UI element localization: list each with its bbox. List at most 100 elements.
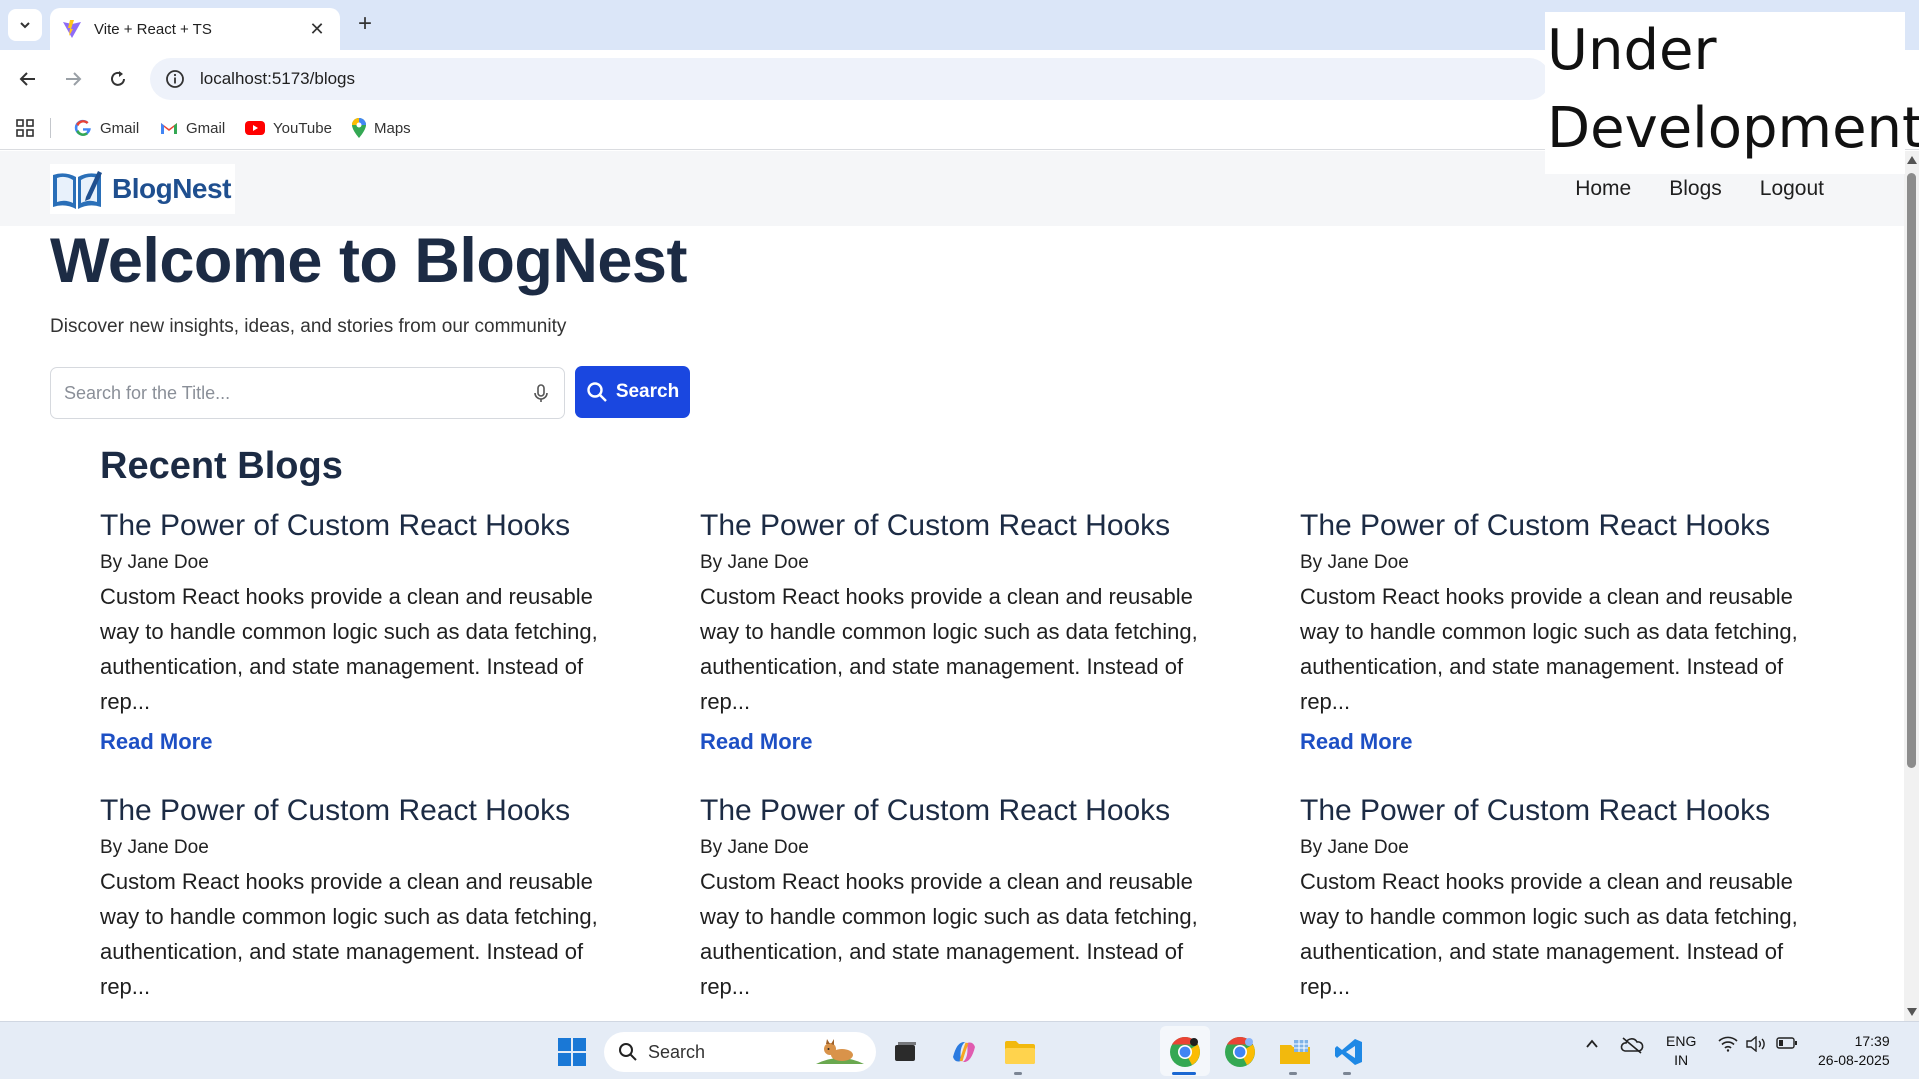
bookmark-label: Gmail: [186, 119, 226, 137]
blog-title[interactable]: The Power of Custom React Hooks: [1300, 509, 1820, 543]
onedrive-status[interactable]: [1620, 1036, 1644, 1058]
blog-card: The Power of Custom React Hooks By Jane …: [100, 794, 620, 1004]
page-subtitle: Discover new insights, ideas, and storie…: [50, 316, 567, 337]
bookmark-gmail-google[interactable]: Gmail: [74, 116, 139, 140]
url-text[interactable]: localhost:5173/blogs: [200, 69, 355, 89]
chrome-taskbar[interactable]: [1222, 1034, 1258, 1070]
scroll-thumb[interactable]: [1907, 173, 1916, 768]
blog-excerpt: Custom React hooks provide a clean and r…: [100, 584, 598, 714]
blog-excerpt: Custom React hooks provide a clean and r…: [100, 869, 598, 999]
language-indicator[interactable]: ENG IN: [1666, 1032, 1696, 1070]
running-indicator: [1289, 1072, 1297, 1075]
chrome-taskbar-active[interactable]: [1167, 1034, 1203, 1070]
blog-card: The Power of Custom React Hooks By Jane …: [1300, 794, 1820, 1004]
blog-author: By Jane Doe: [1300, 837, 1409, 858]
tab-search-button[interactable]: [8, 9, 42, 41]
volume-status[interactable]: [1746, 1035, 1766, 1056]
maps-pin-icon: [352, 118, 366, 138]
folder-icon: [1005, 1041, 1035, 1064]
overlay-line-2: Development: [1547, 96, 1919, 161]
blog-title[interactable]: The Power of Custom React Hooks: [700, 794, 1220, 828]
folder-grid-icon: [1280, 1040, 1310, 1064]
start-button[interactable]: [554, 1034, 590, 1070]
network-status[interactable]: [1718, 1036, 1738, 1056]
blog-card: The Power of Custom React Hooks By Jane …: [1300, 509, 1820, 755]
running-indicator: [1014, 1072, 1022, 1075]
back-button[interactable]: [12, 63, 44, 95]
bookmark-gmail[interactable]: Gmail: [160, 116, 225, 140]
blog-excerpt: Custom React hooks provide a clean and r…: [700, 869, 1198, 999]
file-explorer-button[interactable]: [1002, 1034, 1038, 1070]
copilot-button[interactable]: [946, 1034, 982, 1070]
blog-title[interactable]: The Power of Custom React Hooks: [100, 794, 620, 828]
blog-excerpt: Custom React hooks provide a clean and r…: [1300, 584, 1798, 714]
clock-time: 17:39: [1854, 1033, 1890, 1049]
bookmark-label: Gmail: [100, 119, 140, 137]
bookmark-label: YouTube: [273, 119, 332, 137]
battery-icon: [1776, 1037, 1797, 1049]
vite-favicon-icon: [63, 20, 81, 38]
language-code: ENG: [1666, 1033, 1697, 1049]
site-logo[interactable]: BlogNest: [50, 164, 235, 214]
blog-card: The Power of Custom React Hooks By Jane …: [100, 509, 620, 755]
vscode-button[interactable]: [1331, 1034, 1367, 1070]
search-icon: [619, 1043, 637, 1061]
reload-button[interactable]: [102, 63, 134, 95]
page-scrollbar[interactable]: [1904, 151, 1919, 1021]
blog-title[interactable]: The Power of Custom React Hooks: [700, 509, 1220, 543]
nav-blogs-link[interactable]: Blogs: [1669, 177, 1722, 201]
read-more-link[interactable]: Read More: [700, 729, 1220, 755]
search-button-label: Search: [615, 381, 680, 402]
new-tab-button[interactable]: +: [352, 12, 378, 38]
forward-button[interactable]: [57, 63, 89, 95]
nav-logout-link[interactable]: Logout: [1760, 177, 1824, 201]
task-view-button[interactable]: [888, 1034, 924, 1070]
file-manager-button[interactable]: [1277, 1034, 1313, 1070]
running-indicator: [1343, 1072, 1351, 1075]
bookmark-label: Maps: [374, 119, 411, 137]
scroll-down-arrow-icon[interactable]: [1907, 1008, 1917, 1016]
blog-author: By Jane Doe: [700, 837, 809, 858]
system-clock[interactable]: 17:39 26-08-2025: [1818, 1032, 1890, 1070]
overlay-line-1: Under: [1547, 18, 1717, 83]
bookmark-youtube[interactable]: YouTube: [245, 116, 332, 140]
blog-author: By Jane Doe: [100, 552, 209, 573]
tab-title: Vite + React + TS: [94, 20, 212, 38]
microphone-icon[interactable]: [530, 382, 552, 404]
search-input[interactable]: [64, 382, 530, 404]
task-view-icon: [895, 1042, 916, 1061]
bookmark-maps[interactable]: Maps: [352, 116, 411, 140]
copilot-icon: [953, 1041, 975, 1063]
blog-author: By Jane Doe: [1300, 552, 1409, 573]
reload-icon: [111, 71, 125, 86]
blog-card: The Power of Custom React Hooks By Jane …: [700, 794, 1220, 1004]
blog-author: By Jane Doe: [700, 552, 809, 573]
read-more-link[interactable]: Read More: [1300, 729, 1820, 755]
taskbar: Search ENG IN 17:39 26-08-2025: [0, 1021, 1919, 1079]
clock-date: 26-08-2025: [1818, 1052, 1890, 1068]
active-indicator: [1172, 1072, 1196, 1075]
blog-card: The Power of Custom React Hooks By Jane …: [700, 509, 1220, 755]
site-info-icon[interactable]: [164, 68, 186, 90]
tab-close-icon[interactable]: ✕: [306, 19, 328, 40]
taskbar-search-label: Search: [648, 1041, 706, 1062]
tray-overflow-button[interactable]: [1584, 1036, 1600, 1056]
speaker-icon: [1746, 1035, 1765, 1053]
chevron-up-icon: [1586, 1039, 1598, 1048]
open-book-icon: [53, 171, 102, 209]
blog-title[interactable]: The Power of Custom React Hooks: [100, 509, 620, 543]
taskbar-search[interactable]: Search: [604, 1032, 876, 1072]
arrow-right-icon: [66, 72, 82, 86]
apps-grid-icon[interactable]: [14, 117, 36, 139]
search-field[interactable]: [50, 367, 565, 419]
address-bar[interactable]: localhost:5173/blogs: [150, 58, 1550, 100]
browser-tab[interactable]: Vite + React + TS ✕: [50, 8, 340, 50]
chrome-icon: [1170, 1037, 1200, 1067]
nav-home-link[interactable]: Home: [1575, 177, 1631, 201]
read-more-link[interactable]: Read More: [100, 729, 620, 755]
page-title: Welcome to BlogNest: [50, 226, 687, 296]
windows-logo-icon: [558, 1038, 586, 1066]
blog-title[interactable]: The Power of Custom React Hooks: [1300, 794, 1820, 828]
search-button[interactable]: Search: [575, 366, 690, 418]
battery-status[interactable]: [1776, 1036, 1798, 1054]
